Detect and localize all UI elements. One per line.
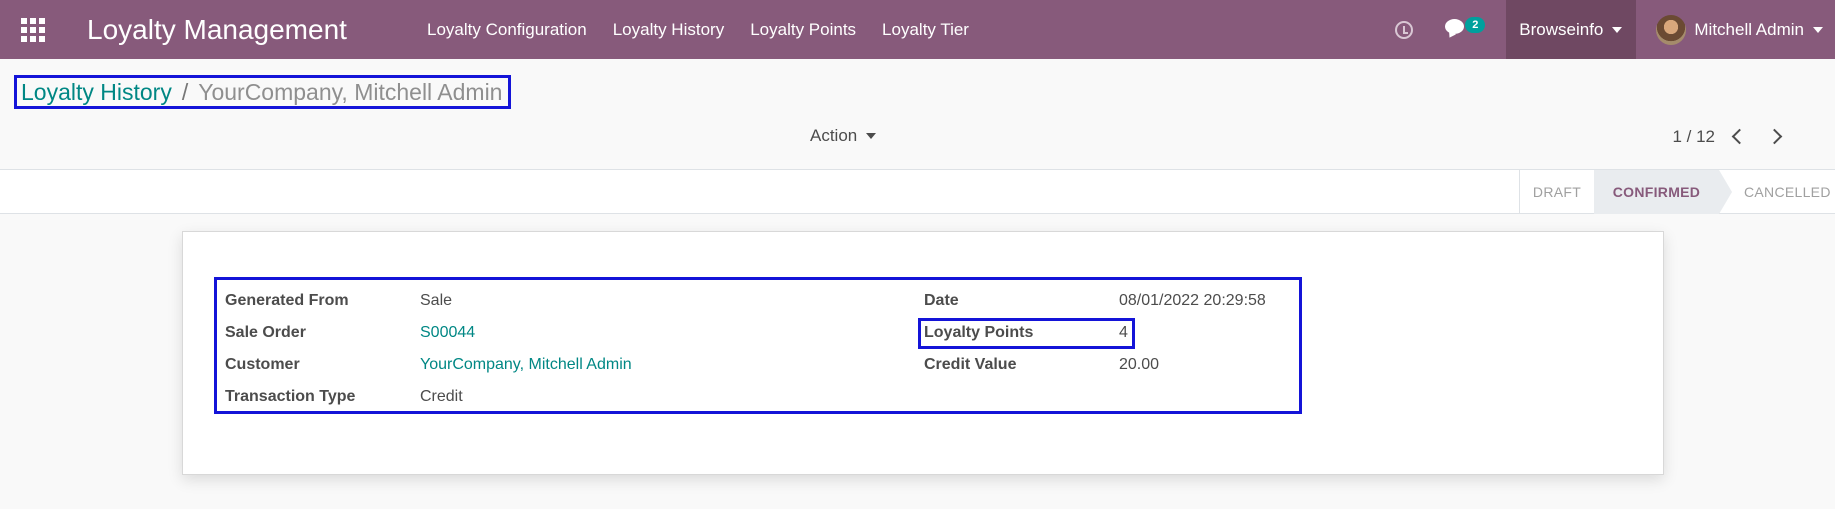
value-credit-value: 20.00: [1119, 356, 1160, 373]
label-credit-value: Credit Value: [924, 356, 1017, 373]
pager-next-icon[interactable]: [1766, 128, 1783, 145]
label-customer: Customer: [225, 356, 300, 373]
messaging-button[interactable]: 2: [1439, 0, 1491, 59]
menu-loyalty-history[interactable]: Loyalty History: [613, 20, 724, 40]
company-switcher[interactable]: Browseinfo: [1506, 0, 1637, 59]
menu-loyalty-configuration[interactable]: Loyalty Configuration: [427, 20, 587, 40]
label-transaction-type: Transaction Type: [225, 388, 356, 405]
caret-down-icon: [1612, 26, 1623, 33]
company-name: Browseinfo: [1519, 19, 1604, 39]
main-menu: Loyalty Configuration Loyalty History Lo…: [427, 0, 995, 59]
menu-loyalty-points[interactable]: Loyalty Points: [750, 20, 856, 40]
grid-icon: [21, 17, 45, 42]
breadcrumb: Loyalty History / YourCompany, Mitchell …: [14, 75, 512, 109]
customer-link[interactable]: YourCompany, Mitchell Admin: [420, 356, 632, 374]
value-generated-from: Sale: [420, 292, 453, 309]
action-dropdown[interactable]: Action: [810, 126, 877, 146]
chat-icon: [1445, 19, 1465, 34]
label-date: Date: [924, 292, 959, 309]
label-loyalty-points: Loyalty Points: [924, 324, 1034, 341]
status-draft[interactable]: DRAFT: [1519, 170, 1594, 214]
menu-loyalty-tier[interactable]: Loyalty Tier: [882, 20, 969, 40]
navbar-systray: 2 Browseinfo Mitchell Admin: [1395, 0, 1835, 59]
top-navbar: Loyalty Management Loyalty Configuration…: [0, 0, 1835, 59]
user-menu[interactable]: Mitchell Admin: [1656, 14, 1823, 45]
sale-order-link[interactable]: S00044: [420, 324, 475, 342]
breadcrumb-current: YourCompany, Mitchell Admin: [198, 78, 503, 105]
app-title: Loyalty Management: [87, 13, 347, 45]
caret-down-icon: [1813, 26, 1823, 33]
value-transaction-type: Credit: [420, 388, 463, 405]
action-label: Action: [810, 126, 858, 145]
avatar: [1656, 14, 1687, 45]
value-date: 08/01/2022 20:29:58: [1119, 292, 1266, 309]
pager-previous-icon[interactable]: [1731, 128, 1748, 145]
pager-value[interactable]: 1 / 12: [1672, 127, 1715, 147]
caret-down-icon: [866, 133, 877, 139]
breadcrumb-loyalty-history-link[interactable]: Loyalty History: [21, 79, 172, 106]
label-generated-from: Generated From: [225, 292, 349, 309]
breadcrumb-separator: /: [181, 78, 189, 105]
status-bar: DRAFT CONFIRMED CANCELLED: [0, 170, 1835, 214]
value-loyalty-points: 4: [1119, 324, 1128, 341]
status-cancelled[interactable]: CANCELLED: [1744, 170, 1835, 214]
user-name: Mitchell Admin: [1694, 19, 1804, 39]
message-count-badge: 2: [1465, 17, 1486, 33]
status-confirmed[interactable]: CONFIRMED: [1594, 170, 1732, 214]
apps-menu-button[interactable]: [0, 0, 66, 59]
activity-clock-icon[interactable]: [1395, 20, 1414, 39]
label-sale-order: Sale Order: [225, 324, 306, 341]
